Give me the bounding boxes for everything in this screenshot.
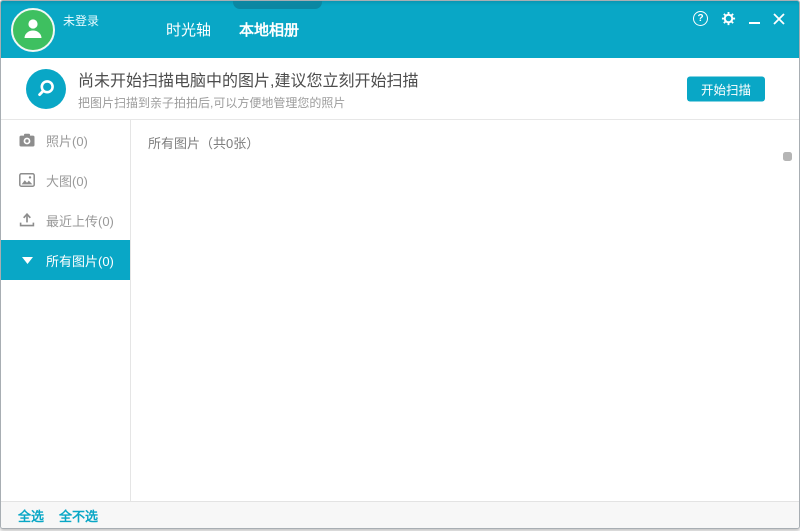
gear-icon[interactable]	[721, 11, 736, 26]
sidebar-item-all-images[interactable]: 所有图片(0)	[1, 240, 130, 280]
sidebar: 照片(0) 大图(0)	[1, 120, 131, 501]
sidebar-item-label: 大图(0)	[46, 171, 88, 190]
content-heading: 所有图片（共0张）	[148, 133, 799, 152]
footer-bar: 全选 全不选	[1, 501, 799, 528]
scrollbar-thumb[interactable]	[783, 152, 792, 161]
banner-text: 尚未开始扫描电脑中的图片,建议您立刻开始扫描 把图片扫描到亲子拍拍后,可以方便地…	[78, 67, 418, 111]
minimize-icon[interactable]	[749, 14, 760, 24]
sidebar-item-recent-uploads[interactable]: 最近上传(0)	[1, 200, 130, 240]
banner-subtitle: 把图片扫描到亲子拍拍后,可以方便地管理您的照片	[78, 94, 418, 111]
sidebar-item-label: 最近上传(0)	[46, 211, 114, 230]
avatar[interactable]	[11, 8, 55, 52]
main-body: 照片(0) 大图(0)	[1, 120, 799, 501]
close-icon[interactable]	[773, 13, 785, 25]
tab-local-album[interactable]: 本地相册	[239, 19, 299, 40]
start-scan-button[interactable]: 开始扫描	[687, 76, 765, 101]
window-controls: ?	[693, 11, 785, 26]
picture-icon	[18, 173, 36, 187]
titlebar: 未登录 时光轴 本地相册 ?	[1, 1, 799, 58]
user-icon	[20, 15, 46, 46]
tab-timeline[interactable]: 时光轴	[166, 19, 211, 40]
select-all-link[interactable]: 全选	[18, 506, 44, 525]
login-status[interactable]: 未登录	[63, 12, 99, 29]
upload-icon	[18, 213, 36, 227]
app-window: 未登录 时光轴 本地相册 ?	[0, 0, 800, 529]
tab-bar: 时光轴 本地相册	[166, 1, 299, 58]
help-icon[interactable]: ?	[693, 11, 708, 26]
scan-banner: 尚未开始扫描电脑中的图片,建议您立刻开始扫描 把图片扫描到亲子拍拍后,可以方便地…	[1, 58, 799, 120]
sidebar-item-label: 照片(0)	[46, 131, 88, 150]
content-area: 所有图片（共0张）	[131, 120, 799, 501]
select-none-link[interactable]: 全不选	[59, 506, 98, 525]
banner-title: 尚未开始扫描电脑中的图片,建议您立刻开始扫描	[78, 67, 418, 91]
sidebar-item-label: 所有图片(0)	[46, 251, 114, 270]
sidebar-item-large-images[interactable]: 大图(0)	[1, 160, 130, 200]
sidebar-item-photos[interactable]: 照片(0)	[1, 120, 130, 160]
camera-icon	[18, 133, 36, 147]
triangle-down-icon	[18, 257, 36, 264]
scan-search-icon	[26, 69, 66, 109]
